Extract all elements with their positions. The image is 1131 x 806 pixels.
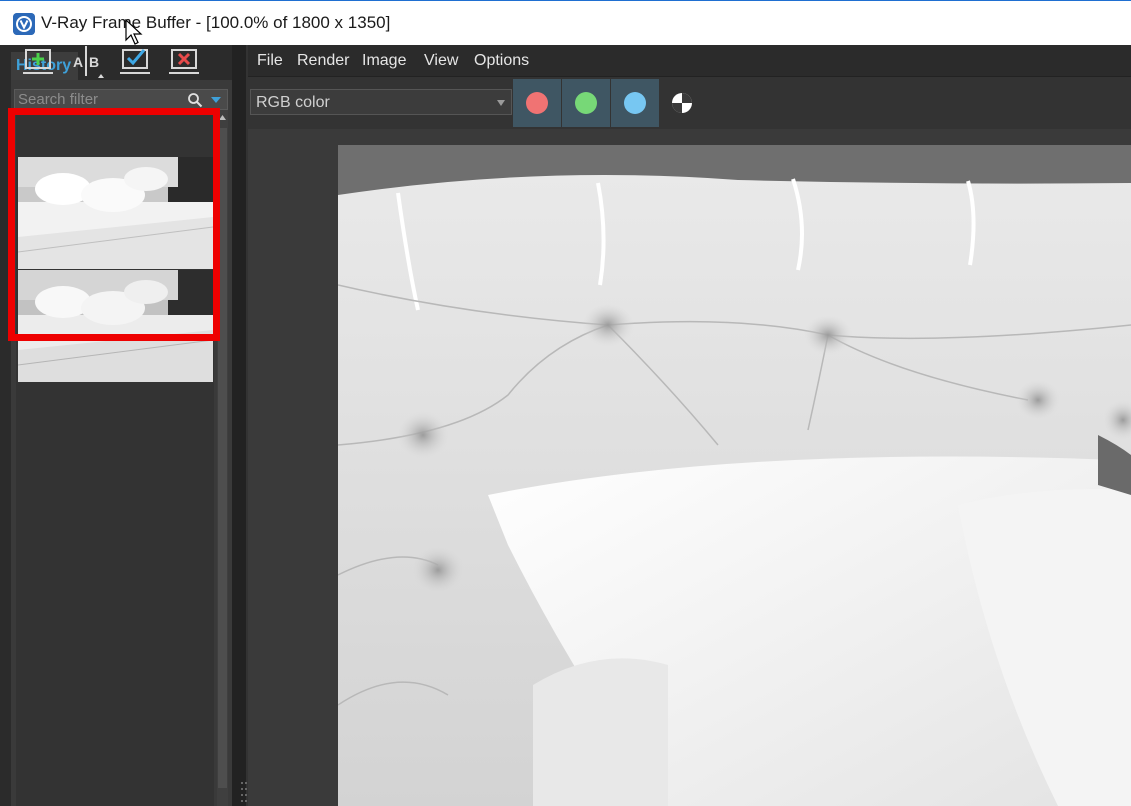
svg-text:A: A [73, 54, 83, 70]
menu-view[interactable]: View [424, 52, 458, 70]
red-channel-button[interactable] [513, 79, 561, 127]
rendered-image [338, 145, 1131, 806]
red-channel-icon [526, 92, 548, 114]
channel-toolbar: RGB color [248, 77, 1131, 129]
add-icon [23, 49, 53, 74]
channel-select-value: RGB color [256, 94, 330, 111]
alpha-channel-icon[interactable] [671, 92, 693, 114]
bed-render-image [338, 145, 1131, 806]
save-to-history-button[interactable] [20, 44, 56, 78]
vray-logo-icon [13, 13, 35, 35]
selection-highlight-box [8, 108, 220, 341]
channel-select[interactable]: RGB color [250, 89, 512, 115]
blue-channel-icon [624, 92, 646, 114]
green-channel-button[interactable] [562, 79, 610, 127]
menu-image[interactable]: Image [362, 52, 406, 70]
title-bar: V-Ray Frame Buffer - [100.0% of 1800 x 1… [0, 0, 1131, 45]
chevron-down-icon [497, 100, 505, 106]
window-title: V-Ray Frame Buffer - [100.0% of 1800 x 1… [41, 13, 391, 32]
filter-dropdown-icon[interactable] [211, 96, 221, 104]
menu-render[interactable]: Render [297, 52, 349, 70]
green-channel-icon [575, 92, 597, 114]
mouse-cursor-icon [125, 19, 143, 45]
svg-text:B: B [89, 54, 99, 70]
ab-compare-button[interactable]: A B [68, 44, 104, 78]
search-input[interactable] [18, 90, 178, 109]
load-from-history-button[interactable] [117, 44, 153, 78]
ab-compare-icon: A B [73, 46, 104, 78]
menu-options[interactable]: Options [474, 52, 529, 70]
menu-file[interactable]: File [257, 52, 283, 70]
search-icon[interactable] [187, 92, 203, 108]
remove-from-history-button[interactable] [166, 44, 202, 78]
menu-bar: File Render Image View Options [248, 45, 1131, 77]
search-filter [14, 89, 228, 110]
panel-splitter[interactable] [232, 45, 246, 806]
delete-icon [169, 49, 199, 74]
checkmark-icon [120, 49, 150, 74]
blue-channel-button[interactable] [611, 79, 659, 127]
resize-grip-icon[interactable] [240, 780, 248, 806]
